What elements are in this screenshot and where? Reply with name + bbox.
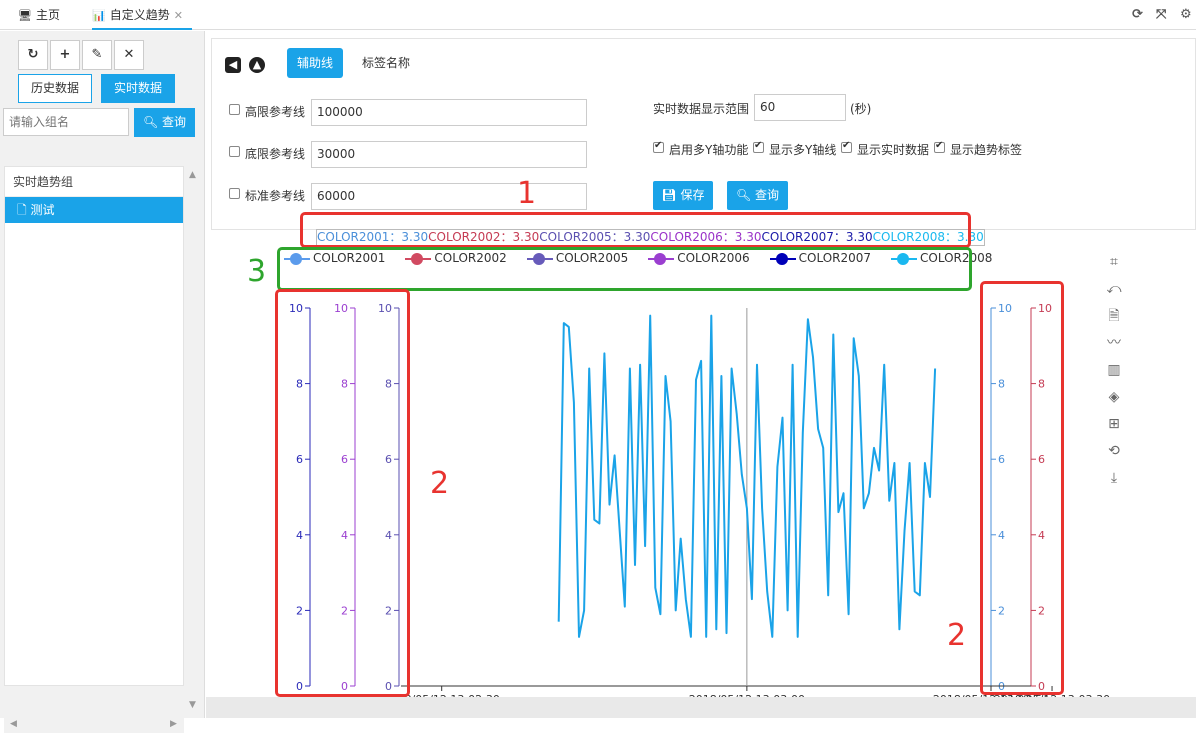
group-search-input[interactable] (3, 108, 129, 136)
show-realtime-label: 显示实时数据 (857, 143, 930, 157)
low-limit-label: 底限参考线 (245, 147, 306, 161)
zoom-icon[interactable]: ⌗ (1104, 252, 1124, 272)
tree-vertical-scrollbar[interactable]: ▲ ▼ (185, 166, 202, 716)
delete-group-button[interactable]: ✕ (114, 40, 144, 70)
monitor-icon: 🖥 (18, 9, 32, 22)
range-input[interactable]: 60 (754, 94, 846, 121)
settings-panel: ◀ ▲ 辅助线 标签名称 高限参考线 100000 底限参考线 30000 标准… (211, 38, 1196, 230)
tree-item-test[interactable]: 🗋 测试 (5, 197, 183, 223)
close-tab-icon[interactable]: ✕ (174, 9, 183, 22)
bar-chart-icon: 📊 (92, 9, 106, 22)
restore-icon[interactable]: ⟲ (1104, 441, 1124, 461)
annotation-label-3: 3 (247, 254, 267, 289)
show-multi-y-label: 显示多Y轴线 (769, 143, 837, 157)
annotation-box-1 (300, 212, 971, 248)
annotation-box-3 (277, 247, 972, 291)
range-label: 实时数据显示范围 (653, 102, 750, 116)
tab-home[interactable]: 🖥 主页 (18, 0, 60, 30)
top-tab-bar: 🖥 主页 📊 自定义趋势 ✕ ⟳ ⤧ ⚙ (0, 0, 1196, 30)
data-view-icon[interactable]: 🗎 (1104, 306, 1124, 326)
search-icon: 🔍︎ (142, 115, 159, 129)
low-limit-input[interactable]: 30000 (311, 141, 587, 168)
scroll-down-icon[interactable]: ▼ (189, 700, 196, 710)
high-limit-input[interactable]: 100000 (311, 99, 587, 126)
trend-group-tree: 实时趋势组 🗋 测试 (4, 166, 184, 686)
show-trend-tag-label: 显示趋势标签 (950, 143, 1023, 157)
annotation-box-2-right (980, 281, 1064, 695)
high-limit-label: 高限参考线 (245, 105, 306, 119)
download-icon[interactable]: ⤓ (1104, 468, 1124, 488)
plus-icon: + (59, 47, 71, 62)
zoom-reset-icon[interactable]: ⤺ (1104, 279, 1124, 299)
save-button[interactable]: 💾︎ 保存 (653, 181, 713, 210)
standard-line-label: 标准参考线 (245, 189, 306, 203)
line-chart-icon[interactable]: 〰 (1104, 333, 1124, 353)
tab-custom-trend[interactable]: 📊 自定义趋势 ✕ (92, 0, 192, 30)
search-icon: 🔍︎ (735, 188, 752, 202)
scroll-right-icon[interactable]: ▶ (170, 719, 177, 729)
edit-group-button[interactable]: ✎ (82, 40, 112, 70)
refresh-icon: ↻ (27, 47, 39, 62)
tab-tag-names[interactable]: 标签名称 (352, 48, 420, 78)
annotation-box-2-left (275, 289, 410, 697)
group-search-button[interactable]: 🔍︎ 查询 (134, 108, 195, 137)
file-icon: 🗋 (17, 203, 27, 217)
bottom-strip (206, 697, 1196, 718)
enable-multi-y-checkbox[interactable] (653, 140, 664, 153)
high-limit-checkbox[interactable] (229, 104, 240, 115)
tree-horizontal-scrollbar[interactable]: ◀ ▶ (4, 716, 184, 733)
tiled-icon[interactable]: ⊞ (1104, 414, 1124, 434)
refresh-group-button[interactable]: ↻ (18, 40, 48, 70)
tab-auxiliary-lines[interactable]: 辅助线 (287, 48, 344, 78)
standard-line-checkbox[interactable] (229, 188, 240, 199)
standard-line-input[interactable]: 60000 (311, 183, 587, 210)
scroll-left-icon[interactable]: ◀ (10, 719, 17, 729)
add-group-button[interactable]: + (50, 40, 80, 70)
show-trend-tag-checkbox[interactable] (934, 140, 945, 153)
close-icon: ✕ (123, 47, 135, 62)
collapse-icon[interactable]: ▲ (249, 57, 265, 73)
annotation-label-1: 1 (517, 176, 537, 211)
bar-chart-icon[interactable]: ▥ (1104, 360, 1124, 380)
fullscreen-icon[interactable]: ⤧ (1156, 0, 1166, 30)
annotation-label-2-left: 2 (430, 466, 450, 501)
scroll-up-icon[interactable]: ▲ (189, 170, 196, 180)
show-multi-y-checkbox[interactable] (753, 140, 764, 153)
query-button[interactable]: 🔍︎ 查询 (727, 181, 788, 210)
back-icon[interactable]: ◀ (225, 57, 241, 73)
show-realtime-checkbox[interactable] (841, 140, 852, 153)
chart-toolbox: ⌗ ⤺ 🗎 〰 ▥ ◈ ⊞ ⟲ ⤓ (1104, 252, 1124, 495)
low-limit-checkbox[interactable] (229, 146, 240, 157)
realtime-data-button[interactable]: 实时数据 (101, 74, 175, 103)
tree-header: 实时趋势组 (5, 167, 183, 197)
refresh-icon[interactable]: ⟳ (1132, 0, 1143, 30)
settings-icon[interactable]: ⚙ (1180, 0, 1192, 30)
edit-icon: ✎ (91, 47, 103, 62)
history-data-button[interactable]: 历史数据 (18, 74, 92, 103)
range-unit: (秒) (850, 102, 872, 116)
enable-multi-y-label: 启用多Y轴功能 (669, 143, 749, 157)
sidebar: ↻ + ✎ ✕ 历史数据 实时数据 🔍︎ 查询 实时趋势组 🗋 测试 ▲ ▼ ◀… (0, 31, 205, 733)
stack-icon[interactable]: ◈ (1104, 387, 1124, 407)
save-icon: 💾︎ (661, 188, 677, 202)
annotation-label-2-right: 2 (947, 618, 967, 653)
